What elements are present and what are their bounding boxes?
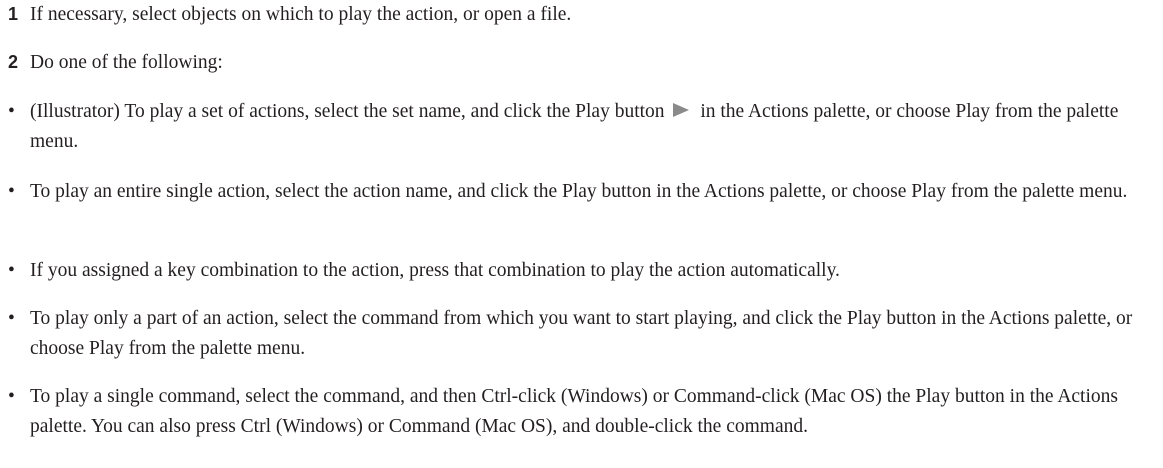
bullet-marker: • — [8, 101, 15, 122]
bullet-marker: • — [8, 181, 15, 202]
play-triangle-icon — [673, 103, 690, 117]
bullet-marker: • — [8, 308, 15, 329]
list-item-text-part: (Illustrator) To play a set of actions, … — [30, 101, 670, 122]
list-item-text: To play only a part of an action, select… — [30, 308, 1133, 359]
step-number: 1 — [8, 4, 19, 24]
step-text: If necessary, select objects on which to… — [30, 4, 572, 25]
list-item: • To play an entire single action, selec… — [8, 177, 1158, 207]
step-1: 1 If necessary, select objects on which t… — [8, 0, 571, 29]
list-item: • To play a single command, select the c… — [8, 382, 1158, 442]
list-item-text: (Illustrator) To play a set of actions, … — [8, 97, 1158, 157]
list-item: • If you assigned a key combination to t… — [8, 256, 1158, 286]
list-item-text: If you assigned a key combination to the… — [30, 260, 840, 281]
list-item: • To play only a part of an action, sele… — [8, 304, 1158, 364]
step-number: 2 — [8, 52, 19, 72]
step-text: Do one of the following: — [30, 52, 223, 73]
bullet-marker: • — [8, 260, 15, 281]
list-item-text: To play a single command, select the com… — [30, 386, 1118, 437]
bullet-marker: • — [8, 386, 15, 407]
list-item-text: To play an entire single action, select … — [30, 181, 1128, 202]
list-item: • (Illustrator) To play a set of actions… — [8, 97, 1158, 157]
step-2: 2 Do one of the following: — [8, 48, 223, 77]
